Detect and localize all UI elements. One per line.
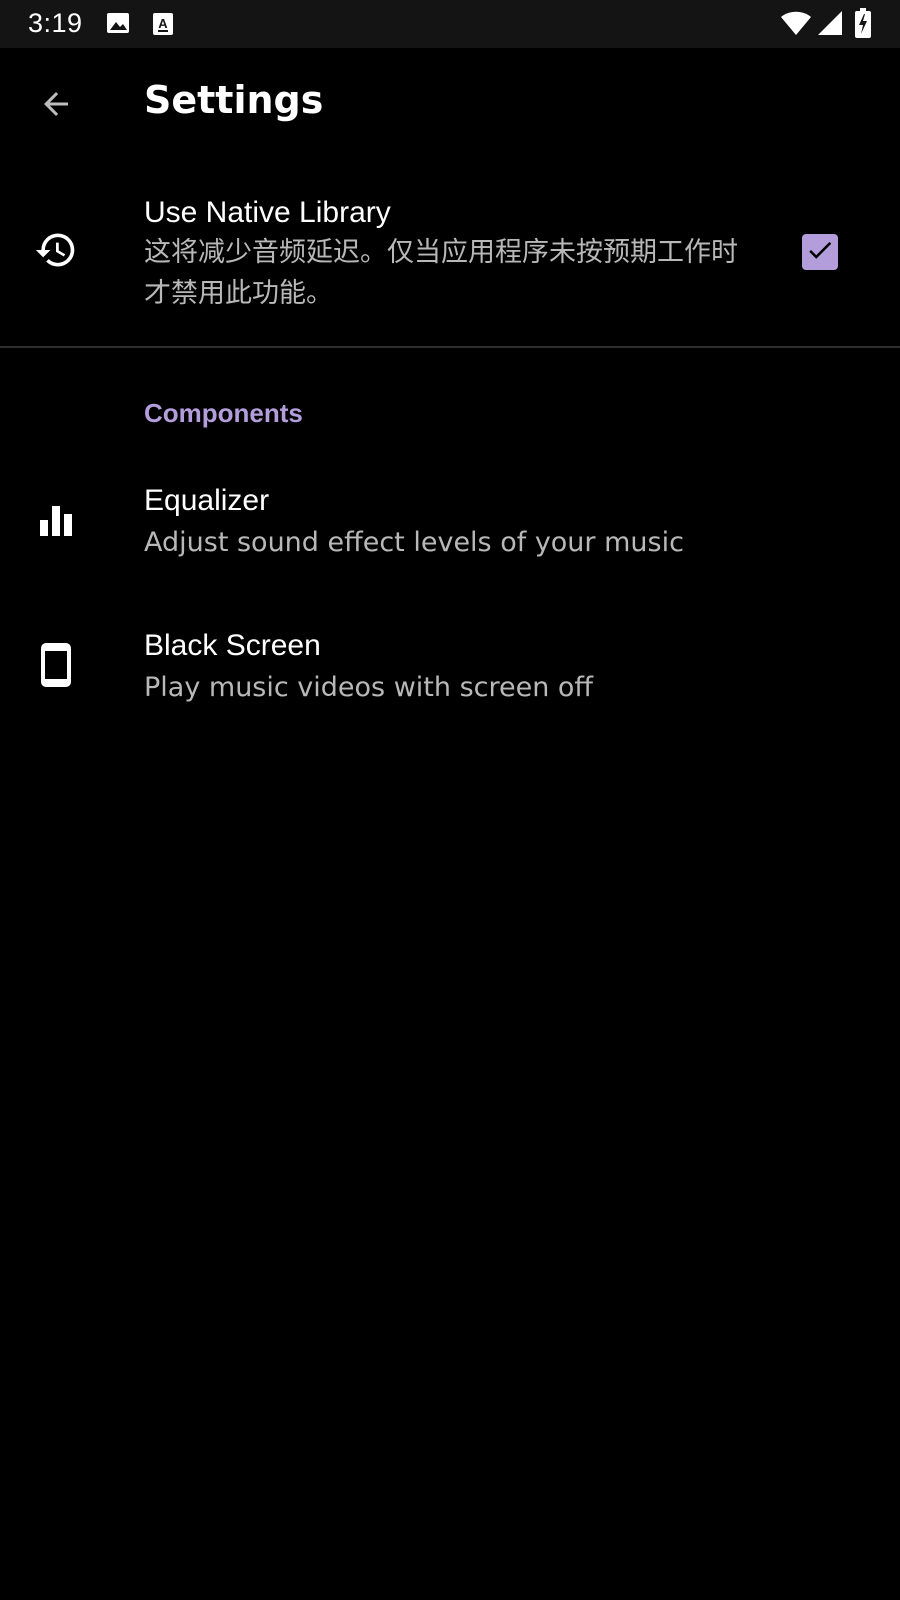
- settings-screen: 3:19 A Settings Use Native Library 这将减少音…: [0, 0, 900, 1600]
- native-library-checkbox[interactable]: [802, 234, 838, 270]
- arrow-back-icon: [38, 86, 74, 127]
- back-button[interactable]: [26, 78, 86, 134]
- checkmark-icon: [805, 235, 835, 270]
- keyboard-a-notification-icon: A: [152, 12, 174, 36]
- pref-title: Use Native Library: [144, 196, 391, 229]
- pref-title: Equalizer: [144, 484, 270, 517]
- pref-use-native-library[interactable]: Use Native Library 这将减少音频延迟。仅当应用程序未按预期工作…: [0, 180, 900, 340]
- cellular-signal-icon: [818, 10, 842, 36]
- toolbar: Settings: [0, 48, 900, 160]
- divider: [0, 346, 900, 348]
- history-icon: [34, 228, 78, 272]
- equalizer-icon: [34, 498, 78, 542]
- pref-summary: 这将减少音频延迟。仅当应用程序未按预期工作时才禁用此功能。: [144, 237, 738, 309]
- pref-equalizer[interactable]: Equalizer Adjust sound effect levels of …: [0, 460, 900, 580]
- phone-icon: [34, 643, 78, 687]
- svg-text:A: A: [158, 16, 168, 31]
- status-bar: 3:19 A: [0, 0, 900, 48]
- pref-summary: Play music videos with screen off: [144, 672, 594, 703]
- page-title: Settings: [144, 78, 324, 122]
- category-components: Components: [144, 398, 303, 428]
- battery-charging-icon: [855, 8, 871, 38]
- wifi-icon: [780, 10, 812, 36]
- pref-summary: Adjust sound effect levels of your music: [144, 527, 684, 558]
- pref-title: Black Screen: [144, 629, 321, 662]
- pref-black-screen[interactable]: Black Screen Play music videos with scre…: [0, 605, 900, 725]
- status-time: 3:19: [28, 8, 83, 38]
- image-notification-icon: [106, 12, 130, 34]
